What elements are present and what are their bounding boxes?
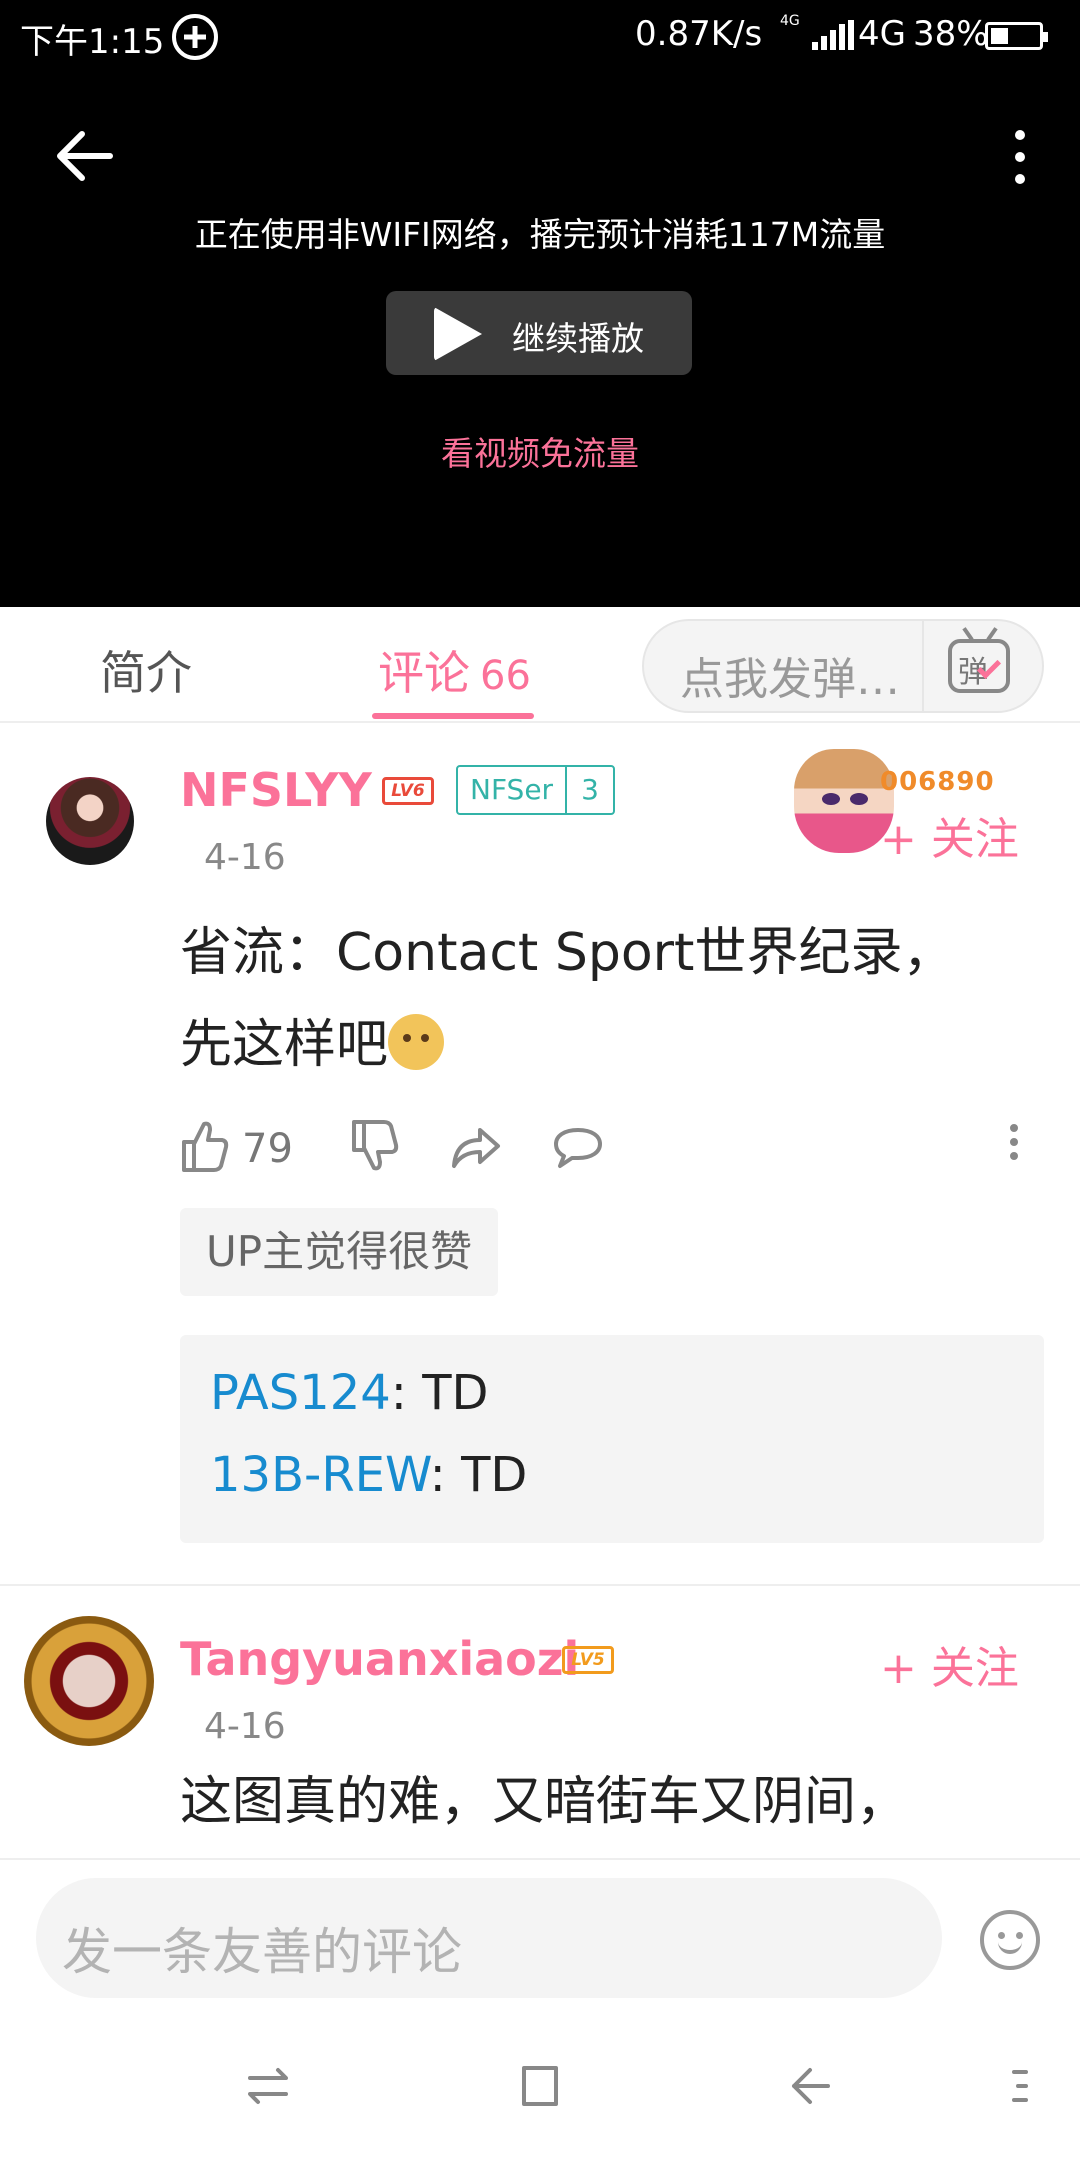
- avatar[interactable]: [24, 1616, 154, 1746]
- status-bar: 下午1:15 0.87K/s 4G 4G 38%: [0, 0, 1080, 72]
- tab-intro[interactable]: 简介: [100, 637, 192, 703]
- avatar[interactable]: [46, 777, 134, 865]
- back-arrow-icon[interactable]: [52, 128, 116, 184]
- comment-item: NFSLYY LV6 NFSer 3 006890 + 关注 4-16 省流：C…: [0, 725, 1080, 1585]
- comment-text-line-2: 先这样吧: [180, 1015, 389, 1075]
- data-usage-warning: 正在使用非WIFI网络，播完预计消耗117M流量: [194, 215, 886, 254]
- user-level-badge: LV6: [382, 777, 434, 805]
- dislike-button[interactable]: [350, 1116, 400, 1186]
- fan-medal[interactable]: NFSer 3: [456, 765, 615, 815]
- battery-icon: [985, 22, 1048, 50]
- reply-item[interactable]: 13B-REW: TD: [210, 1447, 527, 1503]
- fan-medal-name: NFSer: [470, 773, 554, 806]
- signal-icon: [812, 20, 856, 50]
- comment-item: Tangyuanxiaozi LV5 + 关注 4-16 这图真的难，又暗街车又…: [0, 1586, 1080, 1858]
- tab-bar: 简介 评论 66 点我发弹… 弹: [0, 607, 1080, 723]
- reply-text: : TD: [390, 1365, 489, 1421]
- status-time: 下午1:15: [20, 22, 165, 62]
- play-icon: [434, 307, 482, 361]
- back-icon[interactable]: [788, 2066, 832, 2110]
- video-player[interactable]: 下午1:15 0.87K/s 4G 4G 38% 正在使用非WIFI网络，播完预…: [0, 0, 1080, 607]
- emoji-icon[interactable]: [980, 1910, 1040, 1970]
- share-button[interactable]: [450, 1116, 502, 1186]
- reply-bubble-icon: [554, 1128, 602, 1168]
- thumbs-up-icon: [182, 1121, 229, 1172]
- danmaku-divider: [922, 621, 924, 711]
- home-icon[interactable]: [520, 2064, 560, 2112]
- reply-username[interactable]: PAS124: [210, 1365, 391, 1421]
- comment-date: 4-16: [204, 837, 286, 878]
- user-level-badge: LV5: [562, 1646, 614, 1674]
- menu-icon[interactable]: [1010, 2068, 1030, 2108]
- comment-username[interactable]: NFSLYY: [180, 763, 372, 817]
- add-circle-icon: [172, 14, 218, 60]
- replies-preview[interactable]: PAS124: TD 13B-REW: TD: [180, 1335, 1044, 1543]
- comment-input-placeholder: 发一条友善的评论: [62, 1923, 462, 1981]
- more-options-icon[interactable]: [1000, 128, 1040, 188]
- reply-text: : TD: [429, 1447, 528, 1503]
- active-tab-indicator: [372, 713, 534, 719]
- reply-item[interactable]: PAS124: TD: [210, 1365, 489, 1421]
- danmaku-placeholder: 点我发弹…: [680, 654, 900, 705]
- comment-actions: 79: [180, 1116, 1040, 1186]
- comment-text: 省流：Contact Sport世界纪录， 先这样吧: [180, 907, 1010, 1091]
- network-type: 4G: [858, 14, 906, 54]
- free-data-link[interactable]: 看视频免流量: [0, 427, 1080, 475]
- fan-medal-level: 3: [565, 767, 613, 813]
- system-nav-bar: [0, 2000, 1080, 2160]
- comment-count: 66: [480, 653, 531, 699]
- reply-button[interactable]: [552, 1116, 604, 1186]
- comment-more-icon[interactable]: [1006, 1116, 1022, 1186]
- comment-username[interactable]: Tangyuanxiaozi: [180, 1632, 579, 1686]
- switch-apps-icon[interactable]: [246, 2066, 290, 2110]
- comment-text: 这图真的难，又暗街车又阴间，: [180, 1772, 909, 1832]
- danmaku-input[interactable]: 点我发弹… 弹: [642, 619, 1044, 713]
- reply-username[interactable]: 13B-REW: [210, 1447, 430, 1503]
- share-icon: [452, 1128, 500, 1168]
- battery-percent: 38%: [913, 14, 989, 54]
- continue-play-label: 继续播放: [512, 319, 644, 358]
- tab-comments-label: 评论: [378, 646, 470, 700]
- thumbs-down-icon: [352, 1120, 399, 1171]
- pendant-number: 006890: [880, 767, 995, 797]
- comment-text-line-1: 省流：Contact Sport世界纪录，: [180, 923, 955, 983]
- up-liked-badge: UP主觉得很赞: [180, 1208, 499, 1296]
- danmaku-toggle-icon[interactable]: 弹: [948, 627, 1010, 693]
- comment-text-line-2-wrap: 先这样吧: [180, 999, 1010, 1091]
- comment-date: 4-16: [204, 1706, 286, 1747]
- continue-play-button[interactable]: 继续播放: [386, 291, 692, 375]
- network-type-small: 4G: [780, 13, 800, 29]
- follow-button[interactable]: + 关注: [880, 803, 1019, 867]
- follow-button[interactable]: + 关注: [880, 1632, 1019, 1696]
- like-count: 79: [242, 1126, 293, 1172]
- like-button[interactable]: [180, 1116, 230, 1186]
- tab-comments[interactable]: 评论 66: [378, 637, 531, 703]
- comment-input[interactable]: 发一条友善的评论: [36, 1878, 942, 1998]
- comment-input-bar: 发一条友善的评论: [0, 1858, 1080, 1998]
- doge-emoji-icon: [388, 1014, 445, 1070]
- network-speed: 0.87K/s: [635, 14, 763, 54]
- avatar-pendant-image: [794, 749, 894, 853]
